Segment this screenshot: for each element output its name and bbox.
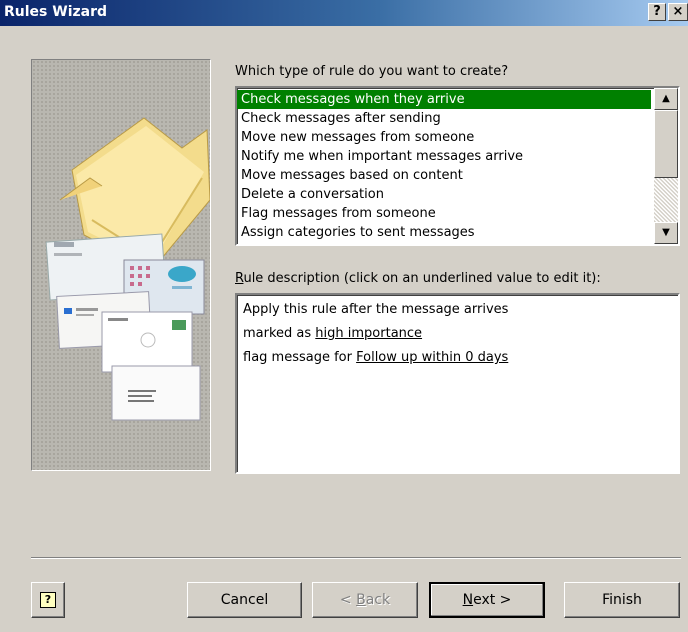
scroll-thumb[interactable] (654, 110, 678, 178)
back-button[interactable]: < Back (312, 582, 418, 618)
back-accelerator: B (356, 592, 366, 608)
envelope-stack-icon (45, 233, 205, 421)
close-icon[interactable]: × (668, 3, 688, 21)
description-line: flag message for Follow up within 0 days (243, 348, 672, 372)
finish-button[interactable]: Finish (564, 582, 680, 618)
list-item[interactable]: Delete a conversation (237, 185, 651, 204)
back-prefix: < (339, 592, 357, 608)
description-text: marked as (243, 326, 316, 341)
description-line: marked as high importance (243, 324, 672, 348)
rule-type-list[interactable]: Check messages when they arrive Check me… (235, 86, 680, 246)
label-text: ule description (click on an underlined … (243, 271, 601, 286)
next-button[interactable]: Next > (429, 582, 545, 618)
rule-description-label: Rule description (click on an underlined… (235, 271, 601, 286)
divider (31, 557, 681, 559)
wizard-illustration (31, 59, 211, 471)
scroll-down-icon[interactable]: ▼ (654, 222, 678, 244)
vertical-scrollbar[interactable]: ▲ ▼ (654, 88, 678, 244)
description-line: Apply this rule after the message arrive… (243, 302, 509, 317)
cancel-button[interactable]: Cancel (187, 582, 302, 618)
help-question-icon[interactable]: ? (648, 3, 666, 21)
list-item[interactable]: Flag messages from someone (237, 204, 651, 223)
rule-type-question: Which type of rule do you want to create… (235, 64, 509, 79)
next-accelerator: N (462, 592, 474, 608)
description-text: flag message for (243, 350, 357, 365)
list-item[interactable]: Notify me when important messages arrive (237, 147, 651, 166)
importance-link[interactable]: high importance (315, 326, 422, 341)
help-button[interactable]: ? (31, 582, 65, 618)
back-label: ack (365, 592, 391, 608)
list-item[interactable]: Move new messages from someone (237, 128, 651, 147)
list-item[interactable]: Check messages when they arrive (237, 90, 651, 109)
next-label: ext > (473, 592, 512, 608)
rule-description-box: Apply this rule after the message arrive… (235, 293, 680, 474)
scroll-up-icon[interactable]: ▲ (654, 88, 678, 110)
list-item[interactable]: Move messages based on content (237, 166, 651, 185)
follow-up-link[interactable]: Follow up within 0 days (356, 350, 508, 365)
list-item[interactable]: Check messages after sending (237, 109, 651, 128)
help-icon: ? (40, 592, 56, 608)
list-item[interactable]: Assign categories to sent messages (237, 223, 651, 242)
title-bar: Rules Wizard ? × (0, 0, 688, 26)
folder-envelopes-illustration (45, 117, 210, 421)
window-title: Rules Wizard (4, 4, 108, 20)
scroll-track[interactable] (654, 178, 678, 222)
